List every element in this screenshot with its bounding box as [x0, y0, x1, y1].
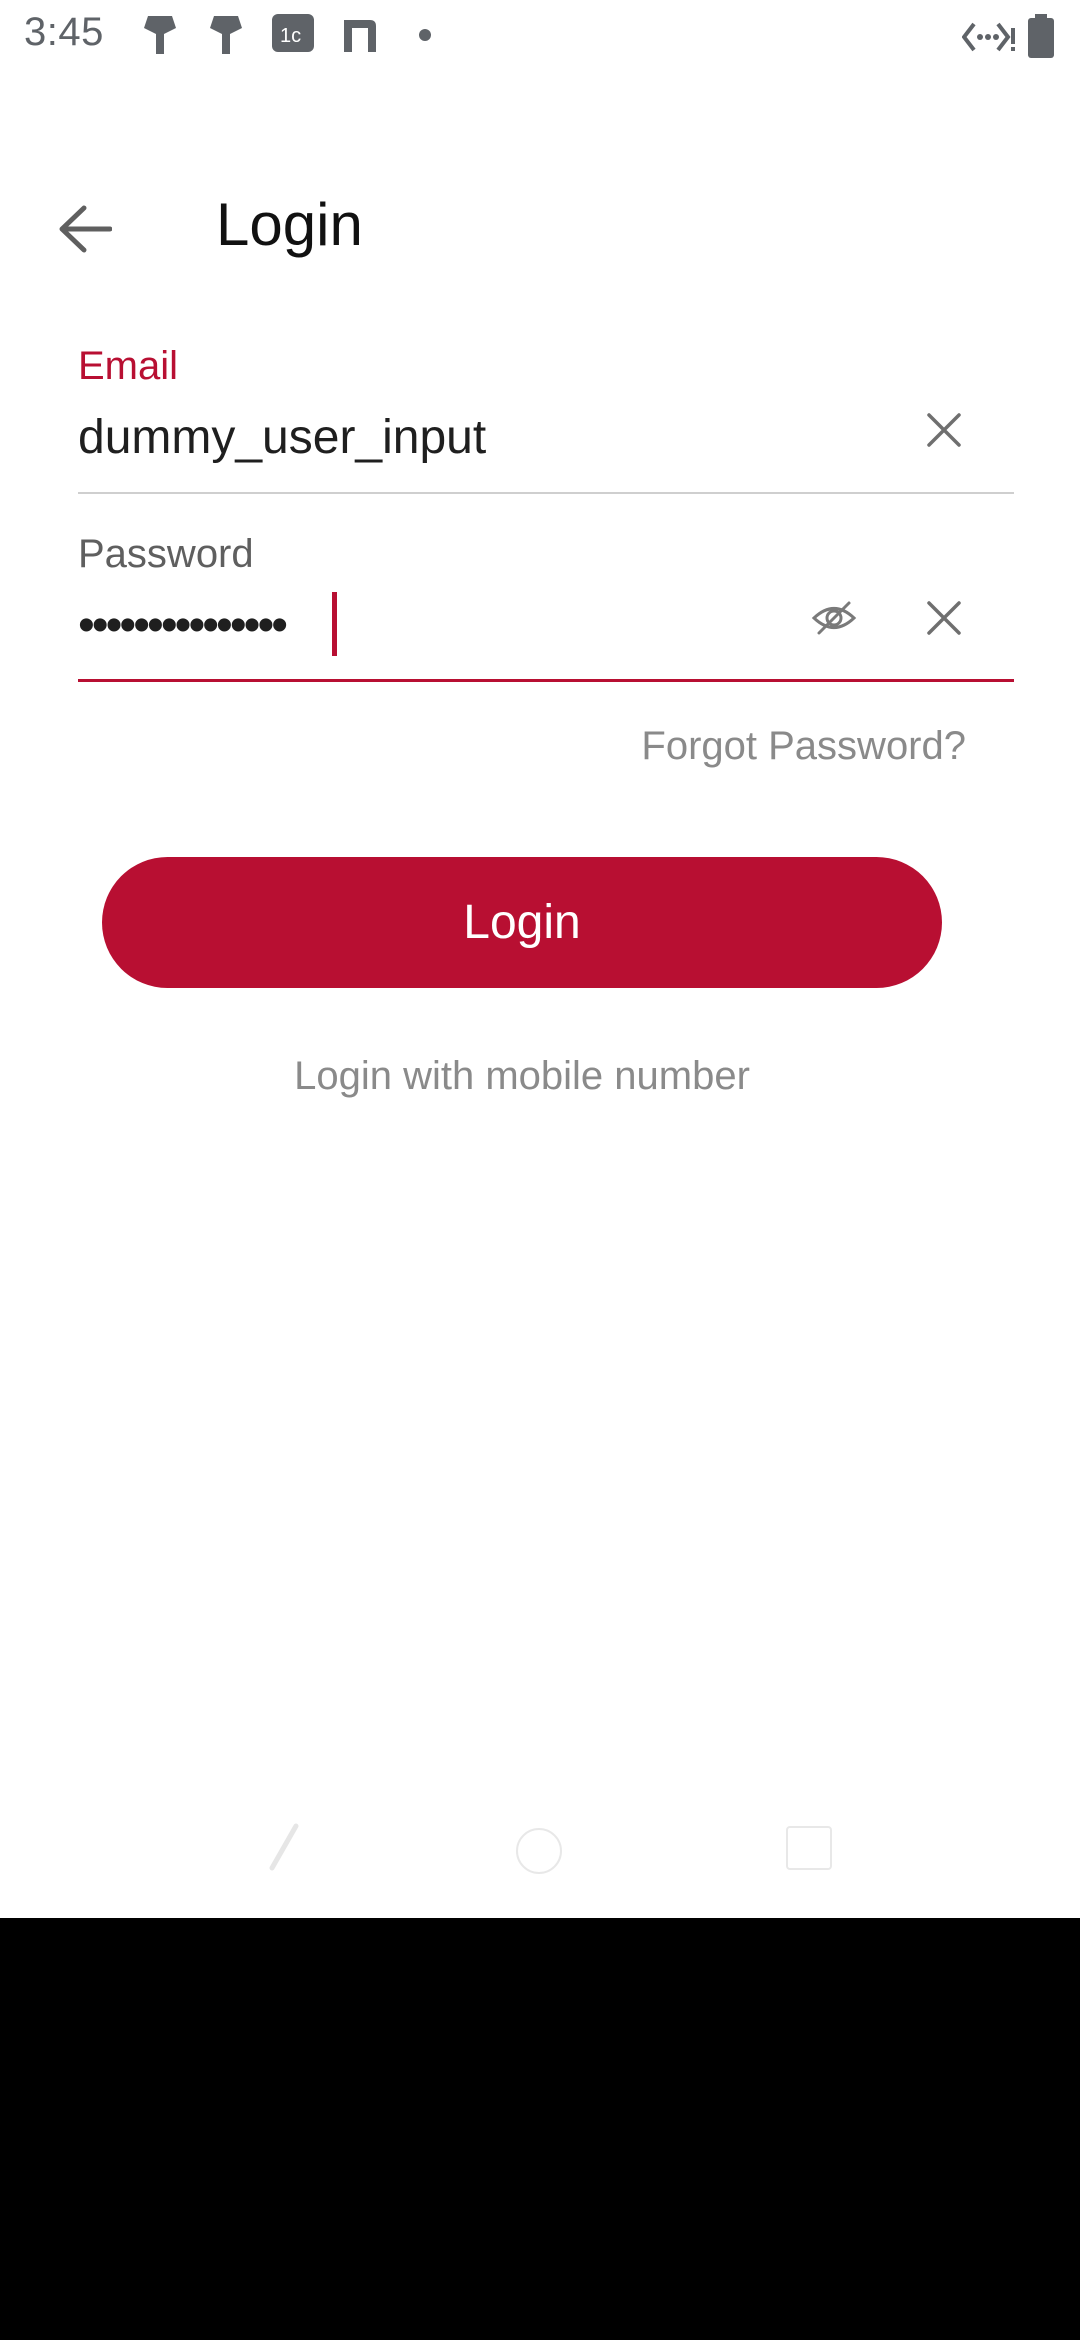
status-time: 3:45	[24, 10, 104, 54]
text-caret	[332, 592, 337, 656]
nav-recents-button[interactable]	[786, 1826, 832, 1870]
email-input[interactable]: dummy_user_input	[78, 410, 486, 465]
status-bar: 3:45 1c	[0, 0, 1080, 72]
empty-black-area	[0, 1918, 1080, 2340]
page-title: Login	[216, 191, 363, 258]
app-bar: Login	[0, 180, 1080, 276]
notification-icon	[206, 12, 246, 58]
navigation-bar	[0, 1800, 1080, 1918]
back-button[interactable]	[40, 186, 130, 276]
password-underline	[78, 679, 1014, 682]
network-icon	[962, 20, 1016, 54]
email-label: Email	[78, 344, 179, 388]
battery-icon	[1026, 14, 1056, 58]
nav-home-button[interactable]	[516, 1828, 562, 1874]
email-underline	[78, 492, 1014, 494]
password-input[interactable]: •••••••••••••••	[78, 598, 288, 653]
eye-off-icon	[811, 599, 857, 642]
arrow-back-icon	[58, 204, 113, 259]
login-with-mobile-link[interactable]: Login with mobile number	[0, 1054, 1044, 1099]
login-button[interactable]: Login	[102, 857, 942, 988]
login-screen: 3:45 1c Login Email dummy_user_input Pas…	[0, 0, 1080, 1918]
app-icon	[340, 12, 380, 54]
email-field[interactable]: Email dummy_user_input	[78, 340, 1014, 495]
close-icon	[926, 412, 962, 453]
toggle-password-visibility-button[interactable]	[798, 584, 870, 656]
password-field[interactable]: Password •••••••••••••••	[78, 528, 1014, 684]
dot-icon	[418, 28, 432, 42]
clear-email-button[interactable]	[908, 396, 980, 468]
notification-icon	[140, 12, 180, 58]
password-label: Password	[78, 532, 254, 576]
svg-text:1c: 1c	[280, 25, 301, 47]
close-icon	[926, 600, 962, 641]
app-icon: 1c	[272, 12, 314, 54]
forgot-password-link[interactable]: Forgot Password?	[641, 724, 966, 769]
nav-back-button[interactable]	[262, 1822, 306, 1872]
clear-password-button[interactable]	[908, 584, 980, 656]
